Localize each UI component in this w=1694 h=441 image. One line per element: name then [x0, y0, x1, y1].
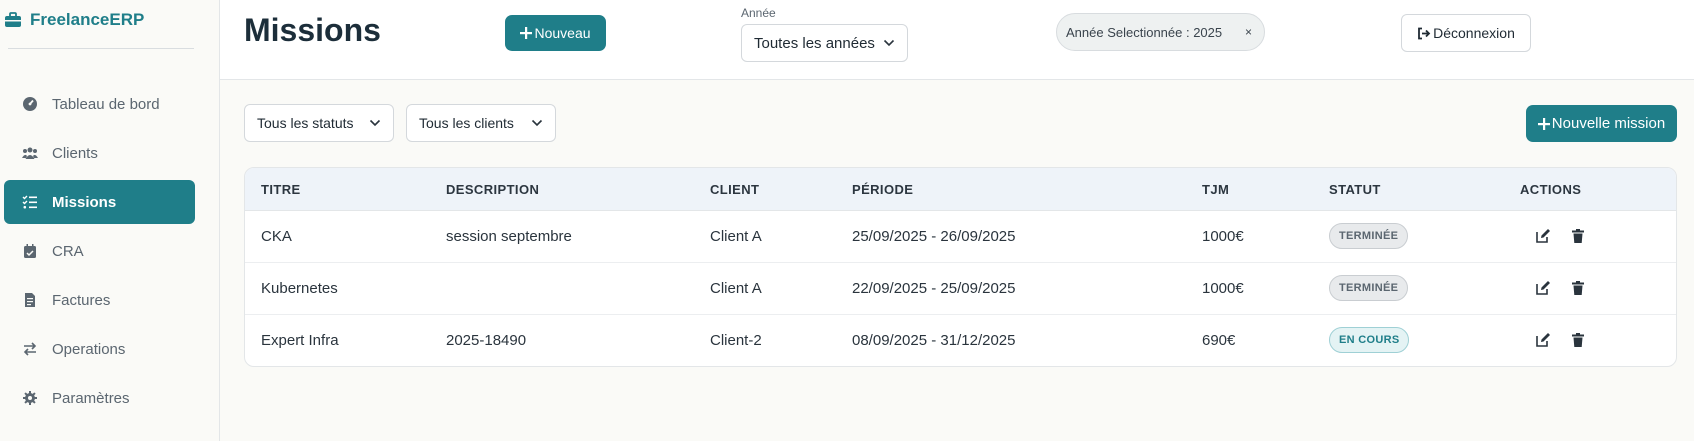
chip-label: Année Selectionnée : 2025 — [1066, 24, 1223, 40]
chevron-down-icon — [369, 119, 381, 127]
edit-icon[interactable] — [1535, 332, 1551, 348]
cell-description: 2025-18490 — [446, 332, 527, 349]
divider — [8, 48, 194, 49]
new-button-label: Nouveau — [534, 25, 591, 41]
sidebar-item-label: Clients — [52, 144, 98, 162]
year-label: Année — [741, 6, 776, 20]
trash-icon[interactable] — [1570, 332, 1586, 348]
cell-titre: Expert Infra — [261, 332, 339, 349]
plus-icon — [1537, 117, 1550, 130]
close-icon[interactable]: × — [1245, 25, 1252, 39]
year-select[interactable]: Toutes les années — [741, 24, 908, 62]
edit-icon[interactable] — [1535, 280, 1551, 296]
missions-table: TITRE DESCRIPTION CLIENT PÉRIODE TJM STA… — [244, 167, 1677, 367]
client-filter-select[interactable]: Tous les clients — [406, 104, 556, 142]
cell-tjm: 1000€ — [1202, 228, 1244, 245]
new-mission-button[interactable]: Nouvelle mission — [1526, 105, 1677, 142]
table-row[interactable]: Kubernetes Client A 22/09/2025 - 25/09/2… — [245, 263, 1676, 315]
briefcase-icon — [5, 12, 21, 27]
gauge-icon — [23, 97, 37, 111]
users-icon — [22, 147, 38, 159]
new-mission-label: Nouvelle mission — [1551, 115, 1666, 132]
cell-periode: 22/09/2025 - 25/09/2025 — [852, 280, 1016, 297]
cell-periode: 25/09/2025 - 26/09/2025 — [852, 228, 1016, 245]
column-header-periode[interactable]: PÉRIODE — [852, 182, 913, 197]
brand-name: FreelanceERP — [30, 10, 145, 29]
sidebar-item-missions[interactable]: Missions — [4, 180, 195, 224]
status-badge: TERMINÉE — [1329, 275, 1409, 301]
column-header-statut[interactable]: STATUT — [1329, 182, 1381, 197]
column-header-actions: ACTIONS — [1520, 182, 1582, 197]
top-header: Missions Nouveau Année Toutes les années… — [220, 0, 1694, 80]
client-filter-value: Tous les clients — [419, 115, 514, 131]
chevron-down-icon — [531, 119, 543, 127]
cell-client: Client A — [710, 228, 762, 245]
column-header-client[interactable]: CLIENT — [710, 182, 759, 197]
status-filter-select[interactable]: Tous les statuts — [244, 104, 394, 142]
exchange-icon — [23, 342, 37, 356]
trash-icon[interactable] — [1570, 228, 1586, 244]
trash-icon[interactable] — [1570, 280, 1586, 296]
table-header: TITRE DESCRIPTION CLIENT PÉRIODE TJM STA… — [245, 168, 1676, 211]
sidebar-item-dashboard[interactable]: Tableau de bord — [4, 82, 195, 126]
sidebar-item-clients[interactable]: Clients — [4, 131, 195, 175]
gear-icon — [23, 391, 37, 405]
cell-periode: 08/09/2025 - 31/12/2025 — [852, 332, 1016, 349]
list-check-icon — [22, 195, 37, 209]
plus-icon — [520, 27, 533, 39]
cell-client: Client-2 — [710, 332, 762, 349]
cell-tjm: 1000€ — [1202, 280, 1244, 297]
invoice-icon — [25, 293, 35, 307]
column-header-tjm[interactable]: TJM — [1202, 182, 1229, 197]
status-badge: EN COURS — [1329, 327, 1410, 353]
calendar-check-icon — [24, 244, 36, 258]
table-row[interactable]: CKA session septembre Client A 25/09/202… — [245, 211, 1676, 263]
sidebar-item-label: Paramètres — [52, 389, 130, 407]
sidebar-item-factures[interactable]: Factures — [4, 278, 195, 322]
status-badge: TERMINÉE — [1329, 223, 1409, 249]
new-button[interactable]: Nouveau — [505, 15, 606, 51]
chevron-down-icon — [883, 39, 895, 47]
sidebar-item-label: Tableau de bord — [52, 95, 160, 113]
cell-description: session septembre — [446, 228, 572, 245]
page-title: Missions — [244, 12, 381, 48]
logout-label: Déconnexion — [1433, 25, 1515, 41]
table-row[interactable]: Expert Infra 2025-18490 Client-2 08/09/2… — [245, 315, 1676, 366]
sidebar-item-label: CRA — [52, 242, 84, 260]
selected-year-chip: Année Selectionnée : 2025 × — [1056, 13, 1265, 51]
sidebar-item-label: Operations — [52, 340, 126, 358]
sidebar-item-cra[interactable]: CRA — [4, 229, 195, 273]
sidebar-item-operations[interactable]: Operations — [4, 327, 195, 371]
cell-client: Client A — [710, 280, 762, 297]
sidebar-item-parametres[interactable]: Paramètres — [4, 376, 195, 420]
column-header-description[interactable]: DESCRIPTION — [446, 182, 539, 197]
logout-button[interactable]: Déconnexion — [1401, 14, 1531, 52]
cell-tjm: 690€ — [1202, 332, 1236, 349]
status-filter-value: Tous les statuts — [257, 115, 354, 131]
brand[interactable]: FreelanceERP — [4, 10, 144, 30]
sign-out-icon — [1418, 27, 1431, 39]
edit-icon[interactable] — [1535, 228, 1551, 244]
cell-titre: Kubernetes — [261, 280, 338, 297]
sidebar: FreelanceERP Tableau de bord Clients Mis… — [0, 0, 220, 441]
sidebar-item-label: Factures — [52, 291, 111, 309]
cell-titre: CKA — [261, 228, 292, 245]
column-header-titre[interactable]: TITRE — [261, 182, 301, 197]
sidebar-item-label: Missions — [52, 193, 117, 211]
year-select-value: Toutes les années — [754, 34, 875, 52]
